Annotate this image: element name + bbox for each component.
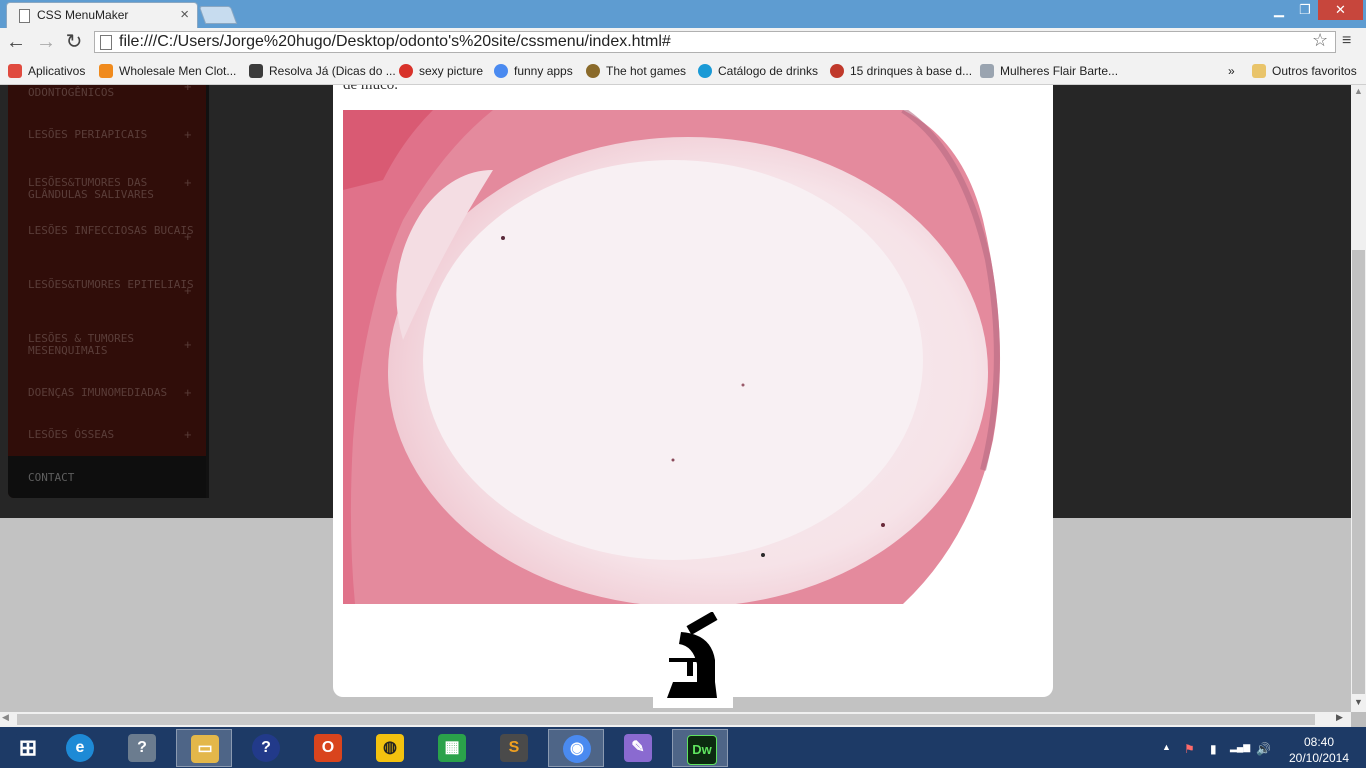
paint-palette-icon: ✎ (624, 734, 652, 762)
tray-expand-icon[interactable]: ▲ (1162, 742, 1171, 752)
expand-plus-icon[interactable]: + (184, 337, 192, 352)
page-icon (980, 64, 994, 78)
taskbar-file-explorer[interactable]: ▭ (176, 729, 232, 767)
maximize-button[interactable]: ❐ (1292, 0, 1318, 20)
browser-tab[interactable]: CSS MenuMaker × (6, 2, 198, 28)
store-icon: ▦ (438, 734, 466, 762)
tab-title: CSS MenuMaker (37, 8, 129, 22)
tab-close-icon[interactable]: × (180, 6, 189, 23)
horizontal-scroll-thumb[interactable] (17, 714, 1315, 725)
internet-explorer-icon: e (66, 734, 94, 762)
taskbar-help-bell[interactable]: ? (114, 729, 170, 767)
bookmark-item[interactable]: Wholesale Men Clot... (99, 62, 236, 80)
taskbar-paint[interactable]: ✎ (610, 729, 666, 767)
page-icon (100, 35, 112, 50)
new-tab-button[interactable] (198, 6, 238, 24)
back-button[interactable]: ← (4, 30, 28, 54)
scroll-down-arrow-icon[interactable]: ▼ (1351, 697, 1366, 711)
reload-button[interactable]: ↻ (62, 30, 86, 54)
battery-icon[interactable]: ▮ (1210, 742, 1217, 756)
pin-icon (399, 64, 413, 78)
sublime-text-icon: S (500, 734, 528, 762)
microscope-icon[interactable] (653, 612, 733, 708)
taskbar-sublime[interactable]: S (486, 729, 542, 767)
bookmark-item[interactable]: Catálogo de drinks (698, 62, 818, 80)
dreamweaver-icon: Dw (687, 735, 717, 765)
expand-plus-icon[interactable]: + (184, 85, 192, 94)
taskbar-office[interactable]: O (300, 729, 356, 767)
expand-plus-icon[interactable]: + (184, 385, 192, 400)
bookmark-item[interactable]: funny apps (494, 62, 573, 80)
forward-button[interactable]: → (34, 30, 58, 54)
bookmark-apps[interactable]: Aplicativos (8, 62, 85, 80)
expand-plus-icon[interactable]: + (184, 175, 192, 190)
sidebar-item-osseas[interactable]: LESÕES ÓSSEAS (28, 429, 198, 441)
sidebar-item-infecciosas[interactable]: LESÕES INFECCIOSAS BUCAIS (28, 225, 198, 237)
cart-icon (99, 64, 113, 78)
windows-logo-icon: ⊞ (14, 734, 42, 762)
start-button[interactable]: ⊞ (0, 729, 56, 767)
taskbar-dreamweaver[interactable]: Dw (672, 729, 728, 767)
bookmark-item[interactable]: Mulheres Flair Barte... (980, 62, 1118, 80)
expand-plus-icon[interactable]: + (184, 283, 192, 298)
scroll-right-arrow-icon[interactable]: ▶ (1336, 712, 1343, 723)
bear-icon (586, 64, 600, 78)
office-icon: O (314, 734, 342, 762)
chrome-icon: ◉ (563, 735, 591, 763)
chrome-icon (494, 64, 508, 78)
folder-icon: ▭ (191, 735, 219, 763)
clock-date[interactable]: 20/10/2014 (1288, 751, 1350, 765)
taskbar-chrome[interactable]: ◉ (548, 729, 604, 767)
minimize-button[interactable]: ▁ (1266, 0, 1292, 20)
globe-icon: ◍ (376, 734, 404, 762)
volume-icon[interactable]: 🔊 (1256, 742, 1271, 756)
bookmark-item[interactable]: Resolva Já (Dicas do ... (249, 62, 396, 80)
sidebar-item-mesenquimais[interactable]: LESÕES & TUMORES MESENQUIMAIS (28, 333, 198, 357)
sidebar-item-contact[interactable]: CONTACT (28, 471, 74, 484)
expand-plus-icon[interactable]: + (184, 427, 192, 442)
bookmark-item[interactable]: 15 drinques à base d... (830, 62, 972, 80)
histology-image (343, 110, 1005, 604)
clock-time[interactable]: 08:40 (1288, 735, 1350, 749)
apps-grid-icon (8, 64, 22, 78)
sidebar-item-periapicais[interactable]: LESÕES PERIAPICAIS (28, 129, 198, 141)
scroll-left-arrow-icon[interactable]: ◀ (2, 712, 9, 723)
chrome-menu-icon[interactable]: ≡ (1342, 32, 1351, 50)
taskbar-globe-app[interactable]: ◍ (362, 729, 418, 767)
bookmark-item[interactable]: sexy picture (399, 62, 483, 80)
other-bookmarks-folder[interactable]: Outros favoritos (1252, 62, 1357, 80)
content-text: de muco. (343, 85, 398, 93)
target-icon (830, 64, 844, 78)
action-center-flag-icon[interactable]: ⚑ (1184, 742, 1195, 756)
url-text[interactable]: file:///C:/Users/Jorge%20hugo/Desktop/od… (119, 33, 671, 51)
sidebar-menu: ODONTOGÊNICOS + LESÕES PERIAPICAIS + LES… (8, 85, 209, 498)
taskbar-store[interactable]: ▦ (424, 729, 480, 767)
help-circle-icon: ? (252, 734, 280, 762)
network-signal-icon[interactable]: ▂▄▆ (1230, 742, 1250, 753)
bookmarks-overflow-button[interactable]: » (1228, 62, 1235, 80)
taskbar-internet-explorer[interactable]: e (52, 729, 108, 767)
eye-icon (249, 64, 263, 78)
sidebar-item-glandulas-salivares[interactable]: LESÕES&TUMORES DAS GLÂNDULAS SALIVARES (28, 177, 198, 201)
k-icon (698, 64, 712, 78)
help-bell-icon: ? (128, 734, 156, 762)
close-window-button[interactable]: ✕ (1318, 0, 1363, 20)
taskbar-help-circle[interactable]: ? (238, 729, 294, 767)
sidebar-item-odontogenicos[interactable]: ODONTOGÊNICOS (28, 87, 198, 99)
folder-icon (1252, 64, 1266, 78)
bookmark-item[interactable]: The hot games (586, 62, 686, 80)
expand-plus-icon[interactable]: + (184, 127, 192, 142)
vertical-scroll-thumb[interactable] (1352, 250, 1365, 694)
sidebar-item-epiteliais[interactable]: LESÕES&TUMORES EPITELIAIS (28, 279, 198, 291)
bookmark-star-icon[interactable]: ☆ (1312, 30, 1328, 51)
sidebar-item-imunomediadas[interactable]: DOENÇAS IMUNOMEDIADAS (28, 387, 198, 399)
scroll-up-arrow-icon[interactable]: ▲ (1351, 86, 1366, 100)
page-viewport: ODONTOGÊNICOS + LESÕES PERIAPICAIS + LES… (0, 85, 1351, 712)
expand-plus-icon[interactable]: + (184, 229, 192, 244)
document-icon (19, 9, 30, 23)
